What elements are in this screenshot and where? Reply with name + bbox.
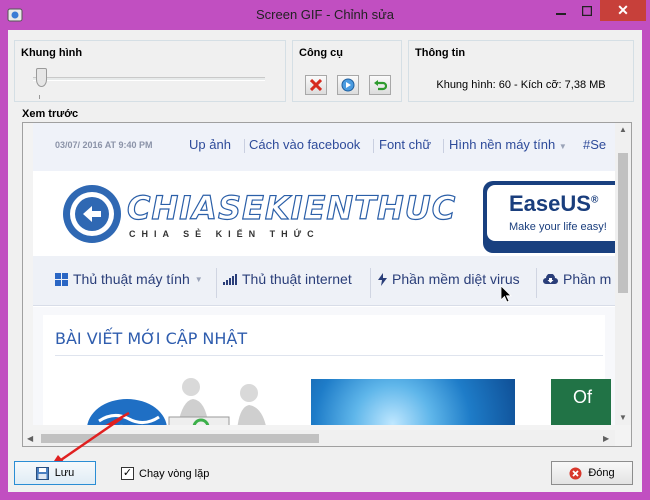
maximize-button[interactable] [574, 0, 600, 21]
frame-info-text: Khung hình: 60 - Kích cỡ: 7,38 MB [436, 79, 606, 91]
close-icon: ✕ [617, 2, 629, 18]
tools-group: Công cụ [292, 40, 402, 102]
close-dialog-button[interactable]: Đóng [551, 461, 633, 485]
delete-frame-button[interactable] [305, 75, 327, 95]
info-group-title: Thông tin [415, 47, 466, 59]
office-thumbnail: Of [551, 379, 611, 425]
undo-button[interactable] [369, 75, 391, 95]
play-button[interactable] [337, 75, 359, 95]
tools-group-title: Công cụ [299, 47, 343, 59]
latest-posts-panel: BÀI VIẾT MỚI CẬP NHẬT Of [43, 315, 611, 425]
site-link-more: #Se [583, 137, 607, 152]
site-nav: Thủ thuật máy tính ▼ Thủ thuật internet [33, 256, 615, 306]
frame-slider-track[interactable] [33, 77, 265, 81]
frame-group-title: Khung hình [21, 47, 83, 59]
maximize-icon [582, 5, 592, 16]
easeus-ad-inner: EaseUS® Make your life easy! [487, 185, 615, 241]
easeus-ad: EaseUS® Make your life easy! [483, 181, 615, 253]
windows-icon [55, 272, 68, 286]
cloud-download-icon [543, 273, 558, 284]
scroll-right-icon[interactable]: ▶ [603, 434, 609, 443]
frame-slider-thumb[interactable] [36, 68, 47, 87]
title-bar[interactable]: Screen GIF - Chỉnh sửa ✕ [0, 0, 650, 30]
preview-frame-image: 03/07/ 2016 AT 9:40 PM Up ảnh Cách vào f… [33, 123, 615, 425]
preview-title: Xem trước [22, 108, 79, 120]
nav-item-internet-tips: Thủ thuật internet [223, 271, 352, 287]
site-link-separator [244, 139, 245, 153]
lightning-icon [378, 272, 387, 286]
signal-icon [223, 273, 237, 285]
site-link-wallpaper-label: Hình nền máy tính [449, 137, 556, 152]
nav-item-computer-tips: Thủ thuật máy tính ▼ [55, 271, 203, 287]
ad-brand: EaseUS® [509, 191, 598, 217]
scroll-up-icon[interactable]: ▲ [619, 125, 627, 134]
site-link-separator [373, 139, 374, 153]
close-dialog-label: Đóng [588, 467, 615, 479]
mouse-cursor-icon [501, 286, 512, 303]
site-topbar: 03/07/ 2016 AT 9:40 PM Up ảnh Cách vào f… [33, 123, 615, 171]
caret-down-icon: ▼ [194, 274, 203, 284]
frame-group: Khung hình [14, 40, 286, 102]
site-date: 03/07/ 2016 AT 9:40 PM [55, 140, 153, 150]
delete-icon [310, 79, 322, 91]
loop-checkbox-label: Chạy vòng lặp [139, 467, 210, 480]
minimize-button[interactable] [548, 0, 574, 21]
dialog-body: Khung hình Công cụ Thông tin Khung hình:… [8, 30, 642, 492]
app-window: Screen GIF - Chỉnh sửa ✕ Khung hình Công… [0, 0, 650, 500]
nav-item-label: Thủ thuật internet [242, 271, 352, 287]
info-group: Thông tin Khung hình: 60 - Kích cỡ: 7,38… [408, 40, 634, 102]
preview-pane: 03/07/ 2016 AT 9:40 PM Up ảnh Cách vào f… [22, 122, 632, 447]
site-link-upload: Up ảnh [189, 137, 231, 152]
loop-checkbox[interactable]: ✓ [121, 467, 134, 480]
slider-ticks [39, 95, 261, 99]
nav-item-software: Phần m [543, 271, 611, 287]
undo-icon [374, 80, 387, 91]
ad-registered-mark: ® [590, 194, 599, 206]
nav-separator [536, 268, 537, 298]
site-logo-text: CHIASEKIENTHUC [126, 188, 457, 227]
close-window-button[interactable]: ✕ [600, 0, 646, 21]
site-logo-icon [63, 185, 121, 243]
site-link-wallpaper: Hình nền máy tính ▼ [449, 137, 567, 152]
nav-item-label: Thủ thuật máy tính [73, 271, 190, 287]
loop-option[interactable]: ✓ Chạy vòng lặp [121, 467, 209, 480]
site-header: CHIASEKIENTHUC CHIA SẺ KIẾN THỨC EaseUS®… [33, 171, 615, 256]
nav-separator [370, 268, 371, 298]
save-button-label: Lưu [54, 467, 75, 479]
site-content: BÀI VIẾT MỚI CẬP NHẬT Of [33, 307, 615, 425]
nav-item-label: Phần m [563, 271, 612, 287]
office-thumbnail-text: Of [573, 387, 593, 407]
nav-separator [216, 268, 217, 298]
site-link-facebook: Cách vào facebook [249, 137, 361, 152]
site-link-separator [443, 139, 444, 153]
nav-item-antivirus: Phần mềm diệt virus [378, 271, 520, 287]
vertical-scrollbar[interactable]: ▲ ▼ [615, 123, 631, 425]
minimize-icon [556, 12, 566, 15]
ad-brand-text: EaseUS [509, 191, 591, 216]
play-icon [341, 78, 355, 92]
section-divider [55, 355, 603, 356]
site-link-font: Font chữ [379, 137, 432, 152]
close-circle-icon [569, 467, 582, 479]
floppy-disk-icon [35, 466, 49, 480]
scroll-down-icon[interactable]: ▼ [619, 413, 627, 422]
site-logo-subtitle: CHIA SẺ KIẾN THỨC [129, 229, 320, 239]
network-thumbnail [311, 379, 515, 425]
vertical-scroll-thumb[interactable] [618, 153, 628, 293]
caret-down-icon: ▼ [558, 142, 567, 151]
latest-posts-title: BÀI VIẾT MỚI CẬP NHẬT [55, 329, 248, 348]
save-button[interactable]: Lưu [14, 461, 96, 485]
nav-item-label: Phần mềm diệt virus [392, 271, 520, 287]
ad-slogan: Make your life easy! [509, 221, 607, 233]
